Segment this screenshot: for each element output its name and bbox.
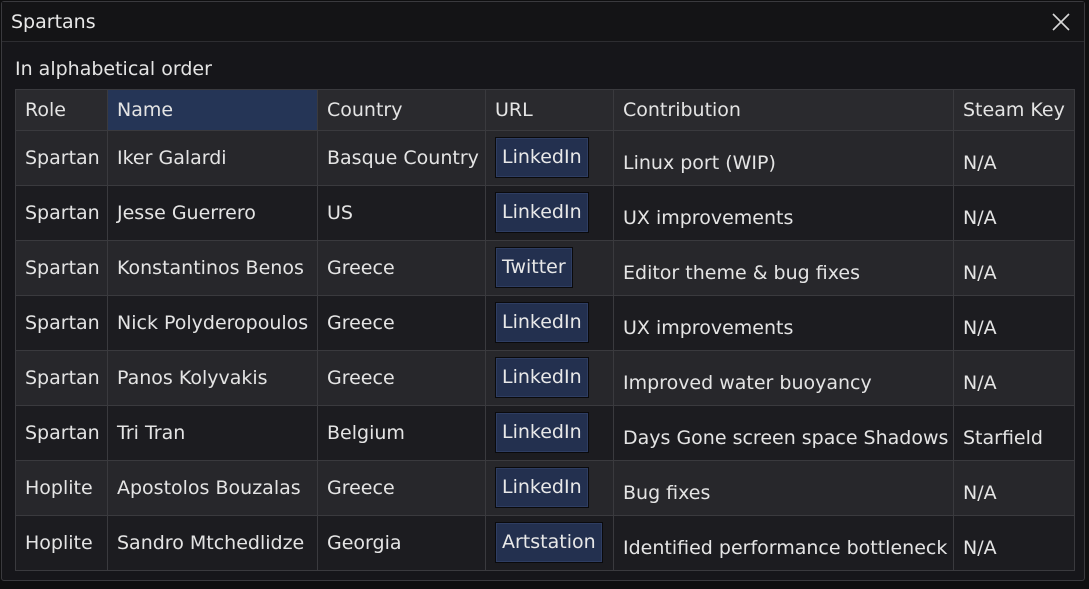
url-cell: LinkedIn	[485, 130, 614, 186]
url-cell: Twitter	[485, 240, 614, 296]
role-cell: Hoplite	[15, 515, 108, 571]
url-link-button[interactable]: LinkedIn	[495, 467, 589, 508]
spartans-dialog: Spartans In alphabetical order Role Name…	[1, 1, 1085, 581]
country-cell: Basque Country	[317, 130, 486, 186]
contribution-cell: Days Gone screen space Shadows	[613, 405, 954, 461]
steam-key-cell: Starfield	[953, 405, 1075, 461]
column-header-role[interactable]: Role	[15, 89, 108, 131]
role-cell: Hoplite	[15, 460, 108, 516]
contribution-cell: Linux port (WIP)	[613, 130, 954, 186]
country-cell: Greece	[317, 295, 486, 351]
steam-key-cell: N/A	[953, 240, 1075, 296]
column-header-country[interactable]: Country	[317, 89, 486, 131]
name-cell: Iker Galardi	[107, 130, 318, 186]
contribution-cell: UX improvements	[613, 295, 954, 351]
country-cell: Greece	[317, 460, 486, 516]
country-cell: US	[317, 185, 486, 241]
role-cell: Spartan	[15, 405, 108, 461]
country-cell: Greece	[317, 240, 486, 296]
spartans-table: Role Name Country URL Contribution Steam…	[15, 89, 1075, 571]
column-header-contribution[interactable]: Contribution	[613, 89, 954, 131]
url-cell: LinkedIn	[485, 295, 614, 351]
name-cell: Sandro Mtchedlidze	[107, 515, 318, 571]
url-cell: LinkedIn	[485, 350, 614, 406]
url-link-button[interactable]: LinkedIn	[495, 302, 589, 343]
steam-key-cell: N/A	[953, 460, 1075, 516]
name-cell: Jesse Guerrero	[107, 185, 318, 241]
close-icon	[1052, 13, 1070, 31]
table-row[interactable]: Hoplite Apostolos Bouzalas Greece LinkedIn B…	[15, 460, 1075, 516]
contribution-cell: Identified performance bottleneck	[613, 515, 954, 571]
table-row[interactable]: Spartan Jesse Guerrero US LinkedIn UX improv…	[15, 185, 1075, 241]
window-title: Spartans	[11, 11, 96, 33]
url-cell: LinkedIn	[485, 405, 614, 461]
url-cell: LinkedIn	[485, 460, 614, 516]
url-cell: Artstation	[485, 515, 614, 571]
name-cell: Nick Polyderopoulos	[107, 295, 318, 351]
header-row: Role Name Country URL Contribution Steam…	[15, 89, 1075, 131]
url-link-button[interactable]: LinkedIn	[495, 192, 589, 233]
url-link-button[interactable]: LinkedIn	[495, 412, 589, 453]
role-cell: Spartan	[15, 185, 108, 241]
name-cell: Apostolos Bouzalas	[107, 460, 318, 516]
name-cell: Konstantinos Benos	[107, 240, 318, 296]
contribution-cell: Improved water buoyancy	[613, 350, 954, 406]
table-row[interactable]: Spartan Nick Polyderopoulos Greece LinkedIn…	[15, 295, 1075, 351]
country-cell: Greece	[317, 350, 486, 406]
contribution-cell: Editor theme & bug fixes	[613, 240, 954, 296]
steam-key-cell: N/A	[953, 130, 1075, 186]
url-link-button[interactable]: LinkedIn	[495, 137, 589, 178]
name-cell: Panos Kolyvakis	[107, 350, 318, 406]
table-row[interactable]: Spartan Iker Galardi Basque Country LinkedI…	[15, 130, 1075, 186]
table-row[interactable]: Spartan Tri Tran Belgium LinkedIn Days Gone …	[15, 405, 1075, 461]
subtitle: In alphabetical order	[15, 58, 212, 80]
steam-key-cell: N/A	[953, 295, 1075, 351]
name-cell: Tri Tran	[107, 405, 318, 461]
table-row[interactable]: Spartan Panos Kolyvakis Greece LinkedIn Impr…	[15, 350, 1075, 406]
contribution-cell: UX improvements	[613, 185, 954, 241]
url-link-button[interactable]: Artstation	[495, 522, 603, 563]
steam-key-cell: N/A	[953, 185, 1075, 241]
role-cell: Spartan	[15, 130, 108, 186]
title-bar[interactable]: Spartans	[2, 2, 1084, 42]
table-row[interactable]: Spartan Konstantinos Benos Greece Twitter Ed…	[15, 240, 1075, 296]
role-cell: Spartan	[15, 350, 108, 406]
url-link-button[interactable]: Twitter	[495, 247, 573, 288]
country-cell: Belgium	[317, 405, 486, 461]
role-cell: Spartan	[15, 295, 108, 351]
url-cell: LinkedIn	[485, 185, 614, 241]
steam-key-cell: N/A	[953, 350, 1075, 406]
country-cell: Georgia	[317, 515, 486, 571]
close-button[interactable]	[1050, 11, 1072, 33]
column-header-name[interactable]: Name	[107, 89, 318, 131]
column-header-steam-key[interactable]: Steam Key	[953, 89, 1075, 131]
table-row[interactable]: Hoplite Sandro Mtchedlidze Georgia Artstati…	[15, 515, 1075, 571]
column-header-url[interactable]: URL	[485, 89, 614, 131]
steam-key-cell: N/A	[953, 515, 1075, 571]
role-cell: Spartan	[15, 240, 108, 296]
contribution-cell: Bug fixes	[613, 460, 954, 516]
url-link-button[interactable]: LinkedIn	[495, 357, 589, 398]
